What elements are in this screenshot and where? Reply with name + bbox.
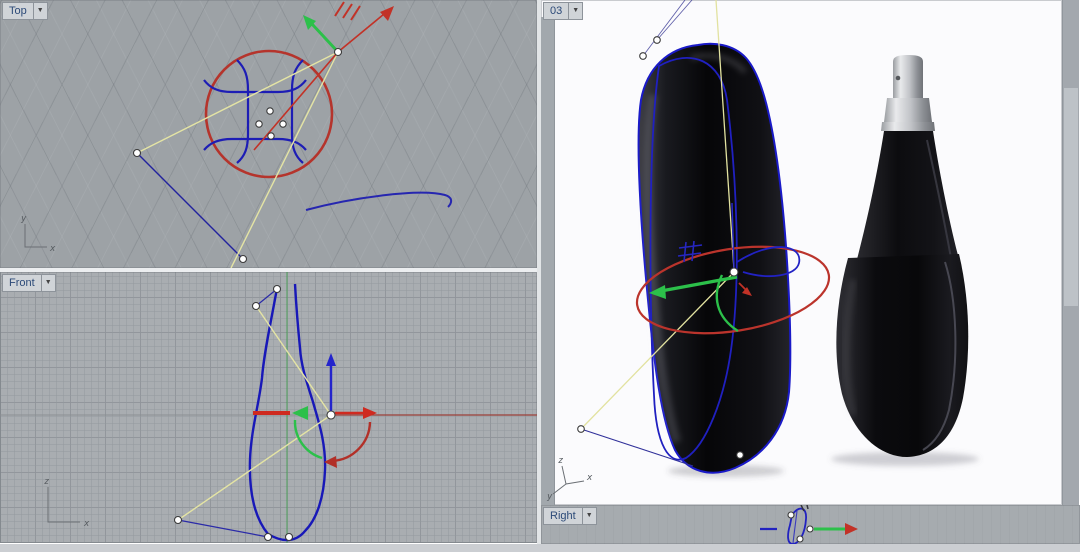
model-bottle-body[interactable] <box>637 42 792 474</box>
persp-axis-z-label: z <box>558 456 563 466</box>
control-point[interactable] <box>255 120 263 128</box>
viewport-right-menu-arrow-icon[interactable]: ▼ <box>581 508 596 524</box>
control-point[interactable] <box>653 36 661 44</box>
control-point[interactable] <box>173 515 183 525</box>
viewport-front-title[interactable]: Front <box>3 275 41 291</box>
viewport-perspective-title[interactable]: 03 <box>544 3 568 19</box>
hook-curve[interactable] <box>305 191 453 211</box>
control-point[interactable] <box>266 107 274 115</box>
top-view-curves <box>136 1 453 268</box>
control-point[interactable] <box>639 52 647 60</box>
viewport-perspective[interactable]: 03 ▼ z x y <box>541 0 1062 505</box>
control-polygon-line <box>136 152 244 260</box>
perspective-canvas[interactable]: z x y <box>541 0 1062 505</box>
viewport-top-tab[interactable]: Top ▼ <box>2 2 48 20</box>
bottle-shoulder <box>856 131 960 263</box>
right-view-curves <box>760 505 858 544</box>
viewport-top-title[interactable]: Top <box>3 3 33 19</box>
control-point[interactable] <box>251 301 261 311</box>
control-point[interactable] <box>279 120 287 128</box>
front-axis-z-label: z <box>44 477 49 487</box>
control-polygon-line-yellow <box>136 51 339 268</box>
persp-axis-x-label: x <box>586 473 593 483</box>
control-point[interactable] <box>577 425 585 433</box>
viewport-right-title[interactable]: Right <box>544 508 582 524</box>
gumball-x-arrowhead-icon[interactable] <box>363 407 377 419</box>
viewport-perspective-menu-arrow-icon[interactable]: ▼ <box>568 3 582 19</box>
red-tick-marks <box>334 1 361 21</box>
persp-axis-y-label: y <box>546 492 553 502</box>
control-point[interactable] <box>806 525 814 533</box>
control-point[interactable] <box>272 284 282 294</box>
front-axis-indicator <box>47 487 80 523</box>
front-axis-x-label: x <box>83 519 90 529</box>
top-viewport-canvas[interactable]: y x <box>0 0 537 268</box>
spray-orifice-icon <box>895 75 901 81</box>
red-arrowhead-icon[interactable] <box>380 6 394 21</box>
gumball-origin-point[interactable] <box>729 267 739 277</box>
gumball-origin-point[interactable] <box>326 410 336 420</box>
viewport-front[interactable]: Front ▼ z x <box>0 272 537 543</box>
control-point[interactable] <box>284 532 294 542</box>
gumball-z-arrowhead-icon[interactable] <box>326 353 336 366</box>
gumball-rotate-arc-green[interactable] <box>293 419 323 460</box>
gumball-rotate-arc-red[interactable] <box>331 421 372 463</box>
viewport-right[interactable]: Right ▼ <box>541 505 1080 544</box>
control-point[interactable] <box>267 132 275 140</box>
control-point[interactable] <box>796 535 804 543</box>
perspective-axis-indicator <box>552 465 585 495</box>
top-axis-y-label: y <box>20 214 27 224</box>
scrollbar-thumb[interactable] <box>1064 88 1078 306</box>
pump-ring <box>881 122 935 131</box>
control-point[interactable] <box>238 254 248 264</box>
rotation-axis-line <box>253 13 385 151</box>
right-viewport-canvas[interactable] <box>541 505 1080 544</box>
green-axis-line <box>310 22 340 54</box>
vertical-scrollbar[interactable] <box>1062 0 1079 505</box>
control-point[interactable] <box>787 511 795 519</box>
control-point[interactable] <box>333 47 343 57</box>
pump-collar <box>884 98 932 122</box>
viewport-front-menu-arrow-icon[interactable]: ▼ <box>40 275 55 291</box>
viewport-front-tab[interactable]: Front ▼ <box>2 274 56 292</box>
model-bottle[interactable] <box>637 42 792 477</box>
viewport-top-menu-arrow-icon[interactable]: ▼ <box>32 3 47 19</box>
viewport-top[interactable]: Top ▼ y x <box>0 0 537 268</box>
top-axis-indicator <box>24 224 47 248</box>
top-view-control-points <box>132 47 343 264</box>
gumball-y-arrowhead-icon[interactable] <box>292 406 308 420</box>
viewport-perspective-tab[interactable]: 03 ▼ <box>543 2 584 20</box>
reference-bottle <box>831 55 979 466</box>
top-axis-x-label: x <box>49 244 56 254</box>
control-point[interactable] <box>736 451 744 459</box>
red-arrowhead-icon[interactable] <box>845 523 858 535</box>
cad-workspace: Top ▼ y x Front ▼ z x 03 ▼ z x y Right ▼ <box>0 0 1080 552</box>
front-viewport-canvas[interactable]: z x <box>0 272 537 543</box>
bottom-edge-band <box>0 544 1080 552</box>
control-point[interactable] <box>263 532 273 542</box>
viewport-right-tab[interactable]: Right ▼ <box>543 507 597 525</box>
control-point[interactable] <box>132 148 142 158</box>
